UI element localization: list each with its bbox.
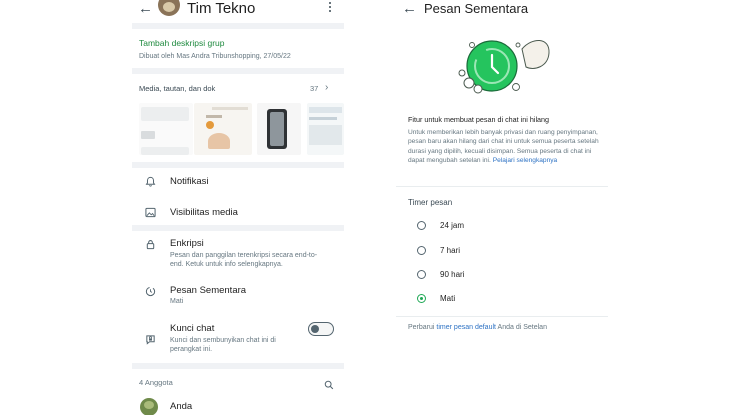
lock-icon bbox=[144, 238, 156, 250]
section-divider bbox=[132, 162, 344, 168]
divider bbox=[396, 316, 608, 317]
footer-note: Perbarui timer pesan default Anda di Set… bbox=[408, 324, 547, 331]
member-avatar[interactable] bbox=[140, 398, 158, 415]
option-90d-label[interactable]: 90 hari bbox=[440, 270, 464, 279]
feature-heading: Fitur untuk membuat pesan di chat ini hi… bbox=[408, 115, 550, 124]
disappearing-messages-row[interactable]: Pesan Sementara bbox=[170, 285, 246, 296]
radio-24h[interactable] bbox=[417, 221, 426, 230]
chat-lock-row[interactable]: Kunci chat bbox=[170, 323, 214, 334]
divider bbox=[396, 186, 608, 187]
back-arrow-icon[interactable]: ← bbox=[402, 1, 417, 16]
search-icon[interactable] bbox=[324, 377, 334, 395]
timer-illustration bbox=[452, 27, 552, 107]
section-divider bbox=[132, 23, 344, 29]
image-icon bbox=[144, 206, 156, 218]
disappearing-messages-status: Mati bbox=[170, 298, 184, 305]
section-divider bbox=[132, 363, 344, 369]
media-count: 37 bbox=[310, 84, 319, 93]
radio-button[interactable] bbox=[417, 221, 426, 230]
chat-lock-toggle[interactable] bbox=[308, 322, 334, 336]
radio-button[interactable] bbox=[417, 246, 426, 255]
default-timer-link[interactable]: timer pesan default bbox=[436, 324, 496, 331]
member-count: 4 Anggota bbox=[139, 378, 173, 387]
media-thumbnail[interactable] bbox=[307, 103, 344, 155]
encryption-row[interactable]: Enkripsi bbox=[170, 238, 204, 249]
screen-title: Pesan Sementara bbox=[424, 1, 529, 16]
section-divider bbox=[132, 68, 344, 74]
toggle-knob bbox=[311, 325, 319, 333]
chat-lock-description: Kunci dan sembunyikan chat ini di perang… bbox=[170, 337, 276, 353]
chevron-right-icon[interactable]: › bbox=[325, 82, 328, 93]
group-name: Tim Tekno bbox=[187, 0, 256, 17]
disappearing-messages-screen: ← Pesan Sementara Fitur untuk membuat pe… bbox=[396, 0, 608, 415]
encryption-description: Pesan dan panggilan terenkripsi secara e… bbox=[170, 252, 318, 268]
created-by-text: Dibuat oleh Mas Andra Tribunshopping, 27… bbox=[139, 53, 291, 60]
back-arrow-icon[interactable]: ← bbox=[138, 1, 153, 16]
option-24h-label[interactable]: 24 jam bbox=[440, 221, 464, 230]
media-section-label[interactable]: Media, tautan, dan dok bbox=[139, 84, 215, 93]
option-off-label[interactable]: Mati bbox=[440, 294, 455, 303]
group-avatar[interactable] bbox=[158, 0, 180, 16]
option-7d-label[interactable]: 7 hari bbox=[440, 246, 460, 255]
radio-90d[interactable] bbox=[417, 270, 426, 279]
radio-button[interactable] bbox=[417, 270, 426, 279]
member-name[interactable]: Anda bbox=[170, 401, 192, 412]
radio-button-selected[interactable] bbox=[417, 294, 426, 303]
learn-more-link[interactable]: Pelajari selengkapnya bbox=[493, 157, 558, 164]
radio-off[interactable] bbox=[417, 294, 426, 303]
media-thumbnail[interactable] bbox=[194, 103, 252, 155]
media-visibility-row[interactable]: Visibilitas media bbox=[170, 207, 238, 218]
section-divider bbox=[132, 225, 344, 231]
add-description-link[interactable]: Tambah deskripsi grup bbox=[139, 38, 225, 48]
media-thumbnail[interactable] bbox=[257, 103, 301, 155]
bell-icon bbox=[144, 175, 156, 187]
group-info-screen: ← Tim Tekno Tambah deskripsi grup Dibuat… bbox=[132, 0, 344, 415]
media-thumbnail[interactable] bbox=[139, 103, 193, 155]
notifications-row[interactable]: Notifikasi bbox=[170, 176, 209, 187]
timer-section-label: Timer pesan bbox=[408, 198, 453, 207]
more-options-icon[interactable] bbox=[328, 1, 332, 13]
chat-lock-icon bbox=[144, 333, 156, 345]
timer-icon bbox=[144, 285, 156, 297]
radio-7d[interactable] bbox=[417, 246, 426, 255]
feature-description: Untuk memberikan lebih banyak privasi da… bbox=[408, 129, 599, 164]
